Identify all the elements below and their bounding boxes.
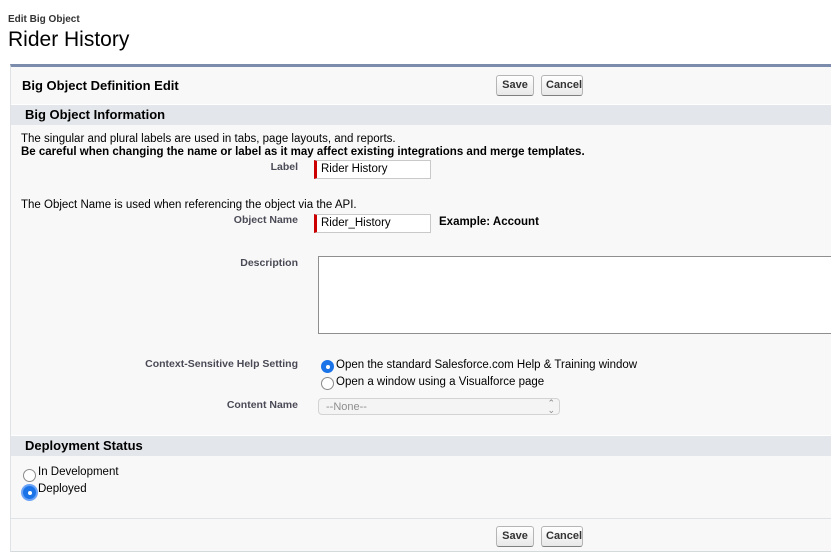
page-header: Edit Big Object Rider History [8,14,129,53]
help-radio-visualforce[interactable] [321,377,334,390]
section-bar-information: Big Object Information [11,104,831,125]
save-button-bottom[interactable]: Save [496,526,534,547]
cancel-button-top[interactable]: Cancel [541,75,583,96]
footer-divider [11,518,831,519]
help-option-visualforce-label: Open a window using a Visualforce page [336,376,545,388]
section-title-deployment: Deployment Status [25,438,143,453]
object-name-label: Object Name [233,214,298,226]
description-textarea[interactable] [318,256,831,334]
edit-panel: Big Object Definition Edit Save Cancel B… [10,64,831,552]
deploy-radio-deployed[interactable] [23,486,36,499]
label-input[interactable]: Rider History [314,160,431,179]
section-bar-deployment: Deployment Status [11,435,831,456]
content-name-label: Content Name [226,399,298,411]
deploy-option-in-development-label: In Development [38,466,119,478]
object-name-input[interactable]: Rider_History [314,214,431,233]
page-title: Rider History [8,28,130,51]
help-option-standard-label: Open the standard Salesforce.com Help & … [336,359,638,371]
section-title-information: Big Object Information [25,107,166,122]
panel-title: Big Object Definition Edit [22,78,179,93]
deploy-radio-in-development[interactable] [23,469,36,482]
intro-text: The singular and plural labels are used … [21,133,396,145]
help-setting-label: Context-Sensitive Help Setting [145,358,298,370]
help-radio-standard[interactable] [321,360,334,373]
api-note-text: The Object Name is used when referencing… [21,199,357,211]
object-name-example: Example: Account [439,216,539,228]
warning-text: Be careful when changing the name or lab… [21,146,585,158]
content-name-selected: --None-- [326,401,367,413]
deploy-option-deployed-label: Deployed [38,483,87,495]
content-name-select[interactable]: --None-- ⌃ ⌄ [318,398,560,415]
page-subtitle: Edit Big Object [8,14,80,25]
cancel-button-bottom[interactable]: Cancel [541,526,583,547]
select-arrows-icon: ⌃ ⌄ [547,398,555,415]
save-button-top[interactable]: Save [496,75,534,96]
label-field-label: Label [270,161,298,173]
description-label: Description [240,257,298,269]
